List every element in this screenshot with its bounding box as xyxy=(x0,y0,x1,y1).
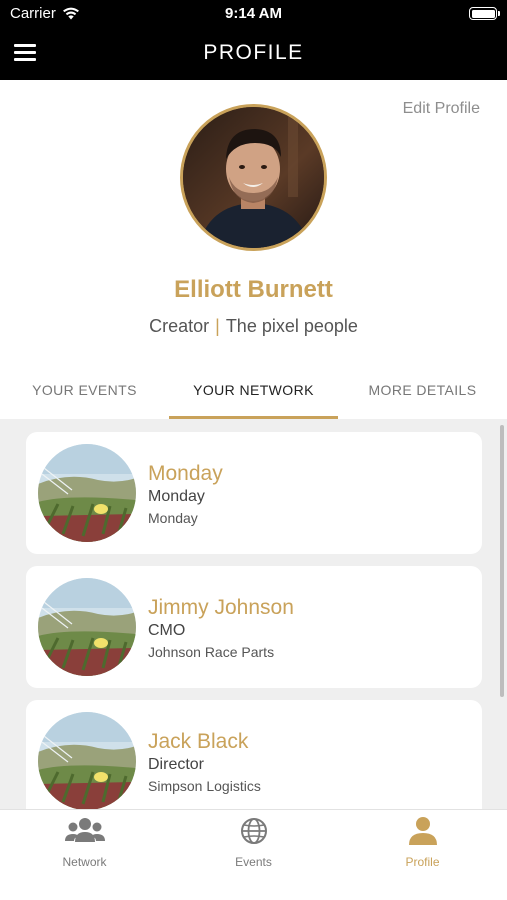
contact-company: Johnson Race Parts xyxy=(148,644,275,660)
network-card[interactable]: Monday Monday Monday xyxy=(26,432,482,554)
bottom-tab-label: Profile xyxy=(405,855,440,869)
contact-photo xyxy=(38,712,136,809)
contact-company: Simpson Logistics xyxy=(148,778,261,794)
profile-role: Creator xyxy=(149,316,210,336)
contact-name: Jimmy Johnson xyxy=(148,596,294,619)
contact-photo xyxy=(38,444,136,542)
network-card[interactable]: Jimmy Johnson CMO Johnson Race Parts xyxy=(26,566,482,688)
subtitle-separator: | xyxy=(215,316,220,336)
person-icon xyxy=(408,817,437,845)
bottom-tab-profile[interactable]: Profile xyxy=(338,810,507,900)
battery-icon xyxy=(469,7,500,20)
contact-role: Director xyxy=(148,756,205,773)
contact-name: Jack Black xyxy=(148,730,249,753)
contact-company: Monday xyxy=(148,510,198,526)
contact-photo xyxy=(38,578,136,676)
tab-your-network[interactable]: YOUR NETWORK xyxy=(169,366,338,419)
profile-avatar xyxy=(180,104,327,251)
status-bar: Carrier 9:14 AM xyxy=(0,0,507,28)
bottom-tab-label: Events xyxy=(235,855,272,869)
tab-your-events[interactable]: YOUR EVENTS xyxy=(0,366,169,419)
bottom-tab-events[interactable]: Events xyxy=(169,810,338,900)
page-title: PROFILE xyxy=(203,41,304,64)
bottom-tab-network[interactable]: Network xyxy=(0,810,169,900)
profile-tabs: YOUR EVENTS YOUR NETWORK MORE DETAILS xyxy=(0,366,507,419)
people-icon xyxy=(64,818,105,842)
contact-name: Monday xyxy=(148,462,223,485)
network-list[interactable]: Monday Monday Monday Jimmy Johnson CMO J… xyxy=(0,419,507,809)
network-card[interactable]: Jack Black Director Simpson Logistics xyxy=(26,700,482,809)
profile-company: The pixel people xyxy=(225,316,358,336)
bottom-tab-label: Network xyxy=(62,855,107,869)
profile-photo xyxy=(183,107,324,248)
globe-icon xyxy=(240,818,267,844)
edit-profile-link[interactable]: Edit Profile xyxy=(403,100,480,118)
tab-more-details[interactable]: MORE DETAILS xyxy=(338,366,507,419)
status-time: 9:14 AM xyxy=(225,5,282,22)
profile-subtitle: Creator | The pixel people xyxy=(0,316,507,337)
bottom-tab-bar: Network Events Profile xyxy=(0,809,507,900)
nav-bar: PROFILE xyxy=(0,28,507,80)
profile-name: Elliott Burnett xyxy=(174,276,333,303)
contact-role: Monday xyxy=(148,488,205,505)
contact-role: CMO xyxy=(148,622,186,639)
list-scrollbar[interactable] xyxy=(500,425,504,697)
